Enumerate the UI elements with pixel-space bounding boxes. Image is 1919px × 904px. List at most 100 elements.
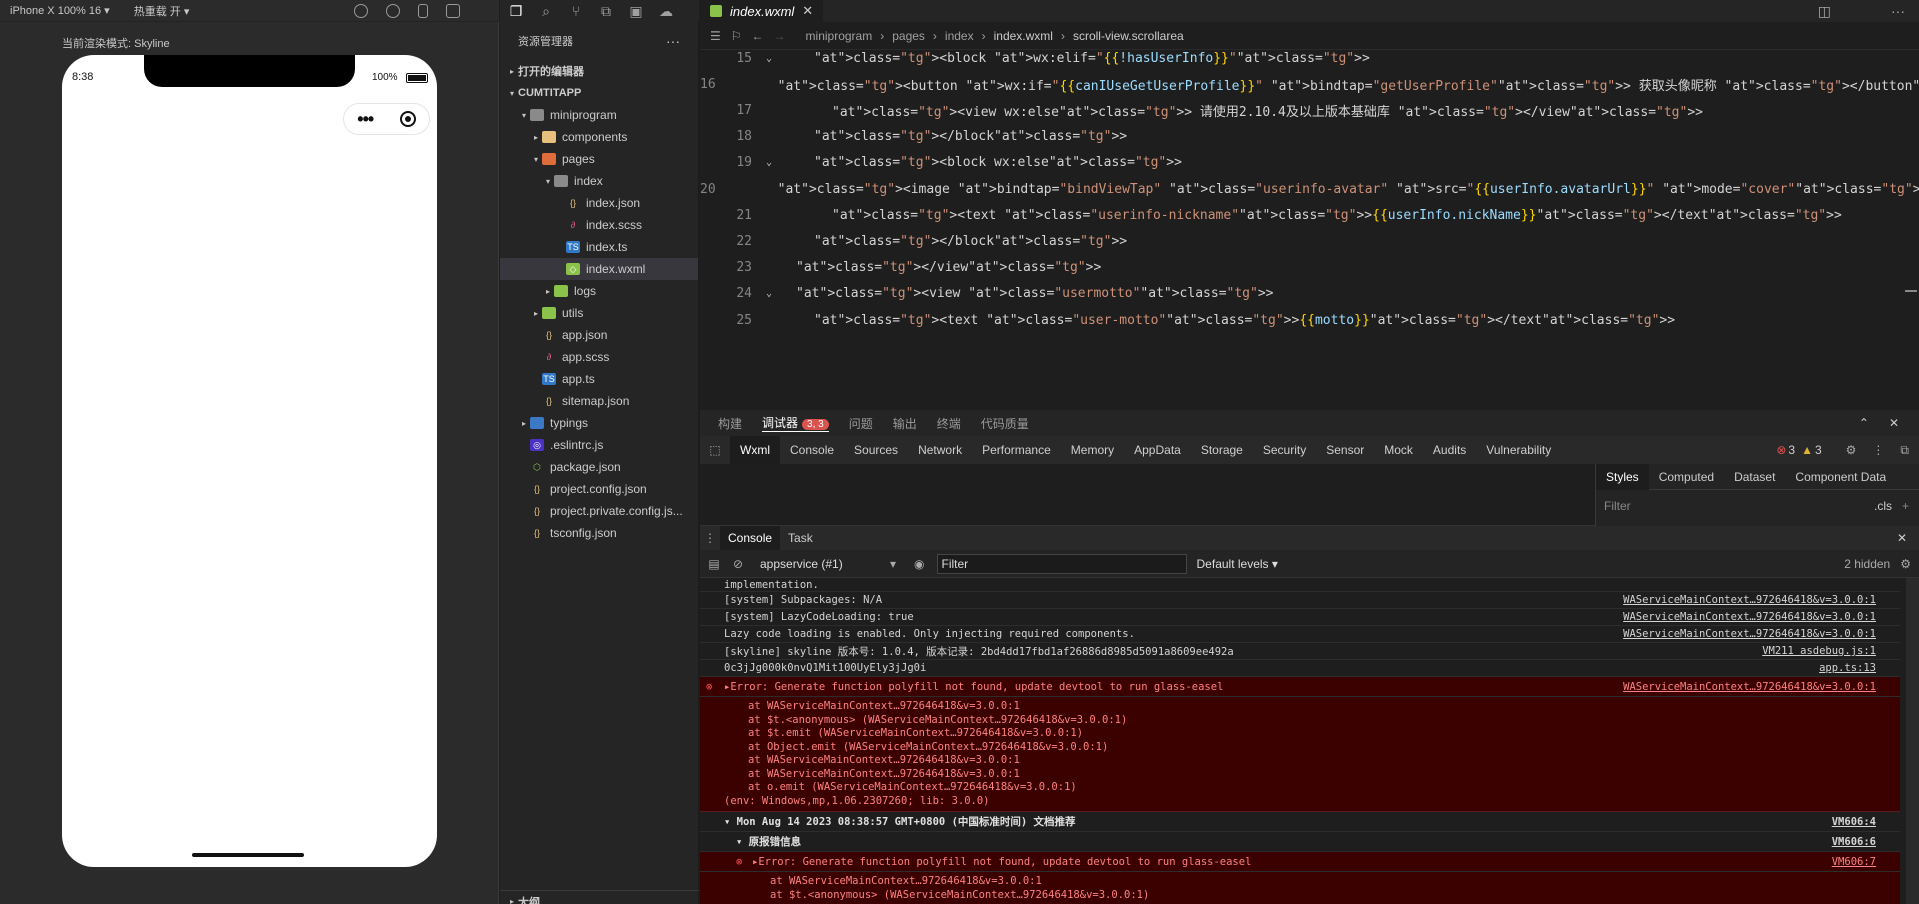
warning-icon[interactable]: ▲: [1801, 443, 1813, 457]
devtools-tab-security[interactable]: Security: [1253, 436, 1316, 464]
open-editors-section[interactable]: ▸ 打开的编辑器: [500, 60, 698, 82]
breadcrumb-item[interactable]: miniprogram: [806, 29, 873, 43]
log-source-link[interactable]: WAServiceMainContext…972646418&v=3.0.0:1: [1623, 594, 1876, 606]
tab-component-data[interactable]: Component Data: [1785, 470, 1896, 484]
hotreload-toggle[interactable]: 热重载 开 ▾: [134, 3, 190, 19]
styles-filter-input[interactable]: Filter: [1604, 499, 1631, 513]
tree-item[interactable]: {} app.json: [500, 324, 698, 346]
tree-item[interactable]: {} sitemap.json: [500, 390, 698, 412]
stack-frame[interactable]: at $t.emit (WAServiceMainContext…9726464…: [700, 727, 1900, 741]
tree-item[interactable]: ▸ utils: [500, 302, 698, 324]
log-entry[interactable]: Lazy code loading is enabled. Only injec…: [700, 626, 1900, 643]
tree-item[interactable]: ▸ typings: [500, 412, 698, 434]
stack-frame[interactable]: at Object.emit (WAServiceMainContext…972…: [700, 741, 1900, 755]
bookmark-icon[interactable]: ⚐: [731, 29, 742, 43]
tab-dataset[interactable]: Dataset: [1724, 470, 1785, 484]
forward-icon[interactable]: →: [774, 29, 786, 43]
debug-icon[interactable]: ⧉: [598, 3, 614, 19]
cls-button[interactable]: .cls: [1874, 499, 1892, 513]
log-source-link[interactable]: app.ts:13: [1819, 662, 1876, 674]
tab-output[interactable]: 输出: [893, 415, 917, 432]
close-circle-icon[interactable]: [399, 111, 416, 127]
log-subgroup[interactable]: ▾ 原报错信息 VM606:6: [700, 832, 1900, 852]
tab-index-wxml[interactable]: index.wxml ✕: [700, 0, 824, 22]
tree-item[interactable]: ▾ miniprogram: [500, 104, 698, 126]
eye-icon[interactable]: ◉: [914, 557, 924, 571]
close-panel-icon[interactable]: ✕: [1889, 416, 1899, 430]
split-editor-icon[interactable]: ◫: [1818, 3, 1831, 20]
phone-screen[interactable]: 8:38 100% •••: [62, 55, 437, 867]
tree-item[interactable]: TS index.ts: [500, 236, 698, 258]
devtools-tab-memory[interactable]: Memory: [1061, 436, 1124, 464]
files-icon[interactable]: ❐: [508, 3, 524, 19]
inspect-icon[interactable]: ⬚: [700, 443, 730, 457]
cloud-icon[interactable]: ☁: [658, 3, 674, 19]
devtools-tab-sources[interactable]: Sources: [844, 436, 908, 464]
devtools-tab-sensor[interactable]: Sensor: [1316, 436, 1374, 464]
context-select[interactable]: appservice (#1): [760, 557, 890, 571]
tree-item[interactable]: ▸ logs: [500, 280, 698, 302]
log-source-link[interactable]: WAServiceMainContext…972646418&v=3.0.0:1: [1623, 628, 1876, 640]
device-select[interactable]: iPhone X 100% 16 ▾: [10, 4, 110, 17]
code-editor[interactable]: 15 ⌄ "at">class="tg"><block "at">wx:elif="…: [700, 50, 1919, 400]
stack-frame[interactable]: at o.emit (WAServiceMainContext…97264641…: [700, 781, 1900, 795]
stack-frame[interactable]: at $t.<anonymous> (WAServiceMainContext……: [722, 889, 1900, 903]
project-section[interactable]: ▾ CUMTITAPP: [500, 82, 698, 104]
subgroup-source-link[interactable]: VM606:6: [1832, 836, 1876, 848]
list-icon[interactable]: ☰: [710, 29, 721, 43]
devtools-tab-wxml[interactable]: Wxml: [730, 436, 780, 464]
fold-icon[interactable]: ⌄: [760, 288, 778, 299]
breadcrumb-item[interactable]: index.wxml: [994, 29, 1053, 43]
context-dropdown-icon[interactable]: ▾: [890, 557, 896, 571]
drawer-menu-icon[interactable]: ⋮: [700, 531, 720, 545]
tab-code-quality[interactable]: 代码质量: [981, 415, 1029, 432]
window-icon[interactable]: [446, 3, 461, 18]
tab-console[interactable]: Console: [720, 526, 781, 550]
dock-icon[interactable]: ⧉: [1900, 443, 1909, 458]
tree-item[interactable]: ▾ pages: [500, 148, 698, 170]
stack-frame[interactable]: at WAServiceMainContext…972646418&v=3.0.…: [722, 875, 1900, 889]
kebab-icon[interactable]: ⋮: [1872, 443, 1884, 457]
error-message-2[interactable]: ⊗ ▸Error: Generate function polyfill not…: [700, 852, 1900, 872]
log-entry[interactable]: [system] LazyCodeLoading: true WAServiceM…: [700, 609, 1900, 626]
stack-frame[interactable]: at $t.<anonymous> (WAServiceMainContext……: [700, 714, 1900, 728]
tree-item[interactable]: {} project.config.json: [500, 478, 698, 500]
stack-frame[interactable]: at WAServiceMainContext…972646418&v=3.0.…: [700, 700, 1900, 714]
tree-item[interactable]: {} project.private.config.js...: [500, 500, 698, 522]
tab-computed[interactable]: Computed: [1649, 470, 1724, 484]
devtools-tab-performance[interactable]: Performance: [972, 436, 1061, 464]
levels-select[interactable]: Default levels ▾: [1197, 557, 1278, 571]
group-source-link[interactable]: VM606:4: [1832, 816, 1876, 828]
console-settings-icon[interactable]: ⚙: [1900, 557, 1911, 571]
fold-icon[interactable]: ⌄: [760, 157, 778, 168]
code-line[interactable]: 25 "at">class="tg"><text "at">class="user…: [700, 304, 1900, 336]
wxml-tree-pane[interactable]: [700, 464, 1595, 526]
tree-item[interactable]: ▸ components: [500, 126, 698, 148]
log-source-link[interactable]: WAServiceMainContext…972646418&v=3.0.0:1: [1623, 611, 1876, 623]
devtools-tab-storage[interactable]: Storage: [1191, 436, 1253, 464]
record-icon[interactable]: [386, 3, 401, 18]
log-entry[interactable]: [system] Subpackages: N/A WAServiceMainCo…: [700, 592, 1900, 609]
tree-item[interactable]: ⬡ package.json: [500, 456, 698, 478]
tree-item[interactable]: ◇ index.wxml: [500, 258, 698, 280]
tree-item[interactable]: ◎ .eslintrc.js: [500, 434, 698, 456]
tree-item[interactable]: ∂ index.scss: [500, 214, 698, 236]
error-icon[interactable]: ⊗: [1776, 443, 1786, 457]
stack-frame[interactable]: at WAServiceMainContext…972646418&v=3.0.…: [700, 754, 1900, 768]
tree-item[interactable]: ∂ app.scss: [500, 346, 698, 368]
close-icon[interactable]: ✕: [802, 3, 813, 19]
log-source-link[interactable]: VM211 asdebug.js:1: [1762, 645, 1876, 657]
breadcrumb-item[interactable]: pages: [892, 29, 925, 43]
editor-more-icon[interactable]: ···: [1891, 3, 1905, 19]
fold-icon[interactable]: ⌄: [760, 53, 778, 64]
error-source-link[interactable]: WAServiceMainContext…972646418&v=3.0.0:1: [1623, 681, 1876, 693]
source-control-icon[interactable]: ⑂: [568, 3, 584, 19]
log-group[interactable]: ▾ Mon Aug 14 2023 08:38:57 GMT+0800 (中国标…: [700, 812, 1900, 832]
error-message[interactable]: ⊗ ▸Error: Generate function polyfill not…: [700, 677, 1900, 697]
devtools-tab-console[interactable]: Console: [780, 436, 844, 464]
menu-capsule[interactable]: •••: [343, 103, 430, 135]
console-log[interactable]: implementation. [system] Subpackages: N/A…: [700, 578, 1900, 904]
tab-terminal[interactable]: 终端: [937, 415, 961, 432]
stack-frame[interactable]: at WAServiceMainContext…972646418&v=3.0.…: [700, 768, 1900, 782]
tree-item[interactable]: {} tsconfig.json: [500, 522, 698, 544]
